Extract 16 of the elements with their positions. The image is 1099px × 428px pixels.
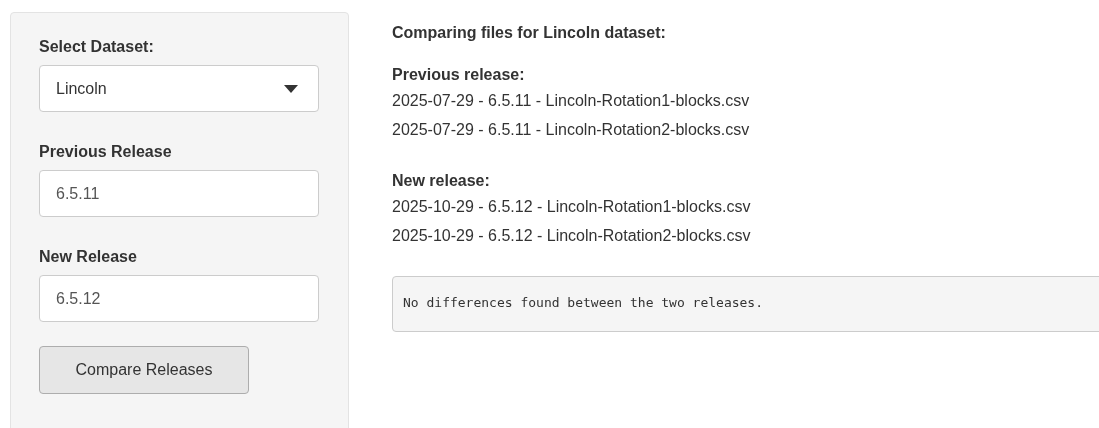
compare-button[interactable]: Compare Releases bbox=[39, 346, 249, 394]
file-entry: 2025-10-29 - 6.5.12 - Lincoln-Rotation1-blocks.csv bbox=[392, 197, 752, 217]
file-entry: 2025-07-29 - 6.5.11 - Lincoln-Rotation1-blocks.csv bbox=[392, 91, 751, 111]
file-entry: 2025-07-29 - 6.5.11 - Lincoln-Rotation2-blocks.csv bbox=[392, 120, 751, 140]
file-entry: 2025-10-29 - 6.5.12 - Lincoln-Rotation2-blocks.csv bbox=[392, 226, 752, 246]
input-field[interactable]: 6.5.11 bbox=[39, 170, 319, 217]
section-title: Previous release: bbox=[392, 65, 526, 85]
field-label: Previous Release bbox=[39, 143, 172, 161]
caret-icon bbox=[284, 84, 298, 93]
field-label: New Release bbox=[39, 248, 137, 266]
input-field[interactable]: 6.5.12 bbox=[39, 275, 319, 322]
output-box: No differences found between the two releases. bbox=[392, 276, 1099, 332]
dataset-dropdown[interactable]: Lincoln bbox=[39, 65, 319, 112]
field-label: Select Dataset: bbox=[39, 38, 154, 56]
heading: Comparing files for Lincoln dataset: bbox=[392, 24, 667, 42]
section-title: New release: bbox=[392, 171, 491, 191]
